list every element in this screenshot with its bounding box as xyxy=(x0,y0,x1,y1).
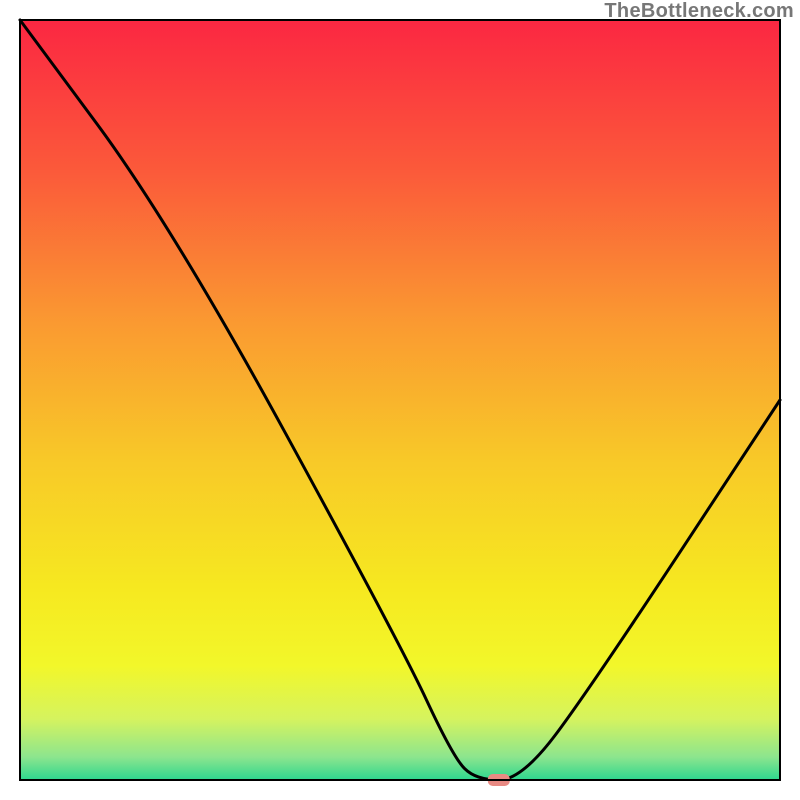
chart-svg xyxy=(0,0,800,800)
watermark-text: TheBottleneck.com xyxy=(604,0,794,23)
bottleneck-chart: TheBottleneck.com xyxy=(0,0,800,800)
plot-background xyxy=(20,20,780,780)
